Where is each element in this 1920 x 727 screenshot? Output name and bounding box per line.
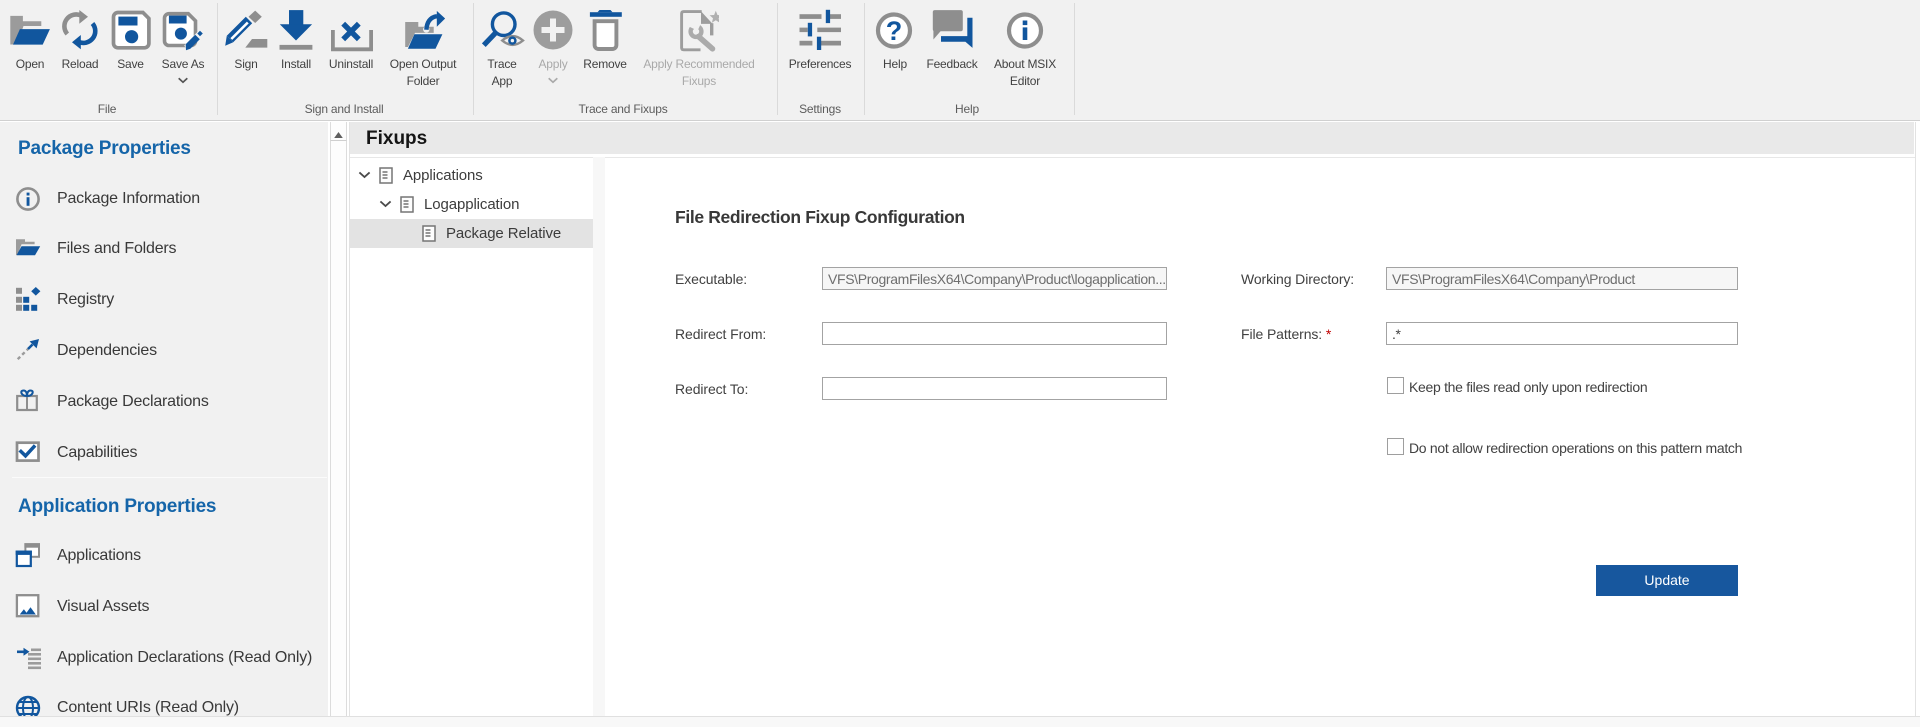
- svg-text:?: ?: [886, 16, 903, 46]
